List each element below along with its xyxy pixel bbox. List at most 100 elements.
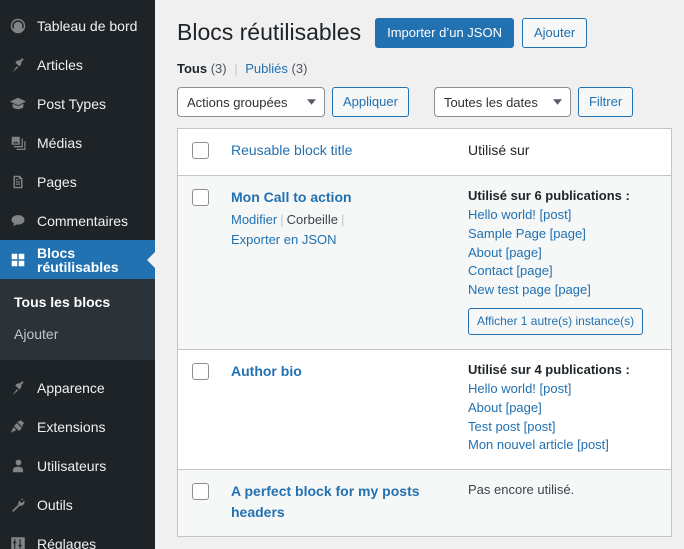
main-content: Blocs réutilisables Importer d’un JSON A… <box>155 0 684 549</box>
page-header: Blocs réutilisables Importer d’un JSON A… <box>177 0 672 48</box>
usage-link[interactable]: About [page] <box>468 244 661 263</box>
table-row: Mon Call to action Modifier | Corbeille | E… <box>178 176 671 351</box>
column-header-title-cell: Reusable block title <box>223 129 468 175</box>
date-filter-select[interactable]: Toutes les dates <box>433 87 571 117</box>
status-views-list: Tous (3) | Publiés (3) <box>177 61 672 76</box>
view-link-all[interactable]: Tous <box>177 61 207 76</box>
comment-icon <box>8 211 28 231</box>
block-title-link[interactable]: A perfect block for my posts headers <box>231 481 458 522</box>
block-title-link[interactable]: Author bio <box>231 361 458 381</box>
action-separator: | <box>340 212 345 228</box>
sidebar-item-dashboard[interactable]: Tableau de bord <box>0 6 155 45</box>
import-json-button[interactable]: Importer d’un JSON <box>375 18 514 48</box>
sidebar-subitem-add-new[interactable]: Ajouter <box>0 318 155 350</box>
sidebar-item-posts[interactable]: Articles <box>0 45 155 84</box>
usage-link[interactable]: Hello world! [post] <box>468 380 661 399</box>
usage-link[interactable]: New test page [page] <box>468 281 661 300</box>
view-count-published: (3) <box>291 61 308 76</box>
sidebar-item-media[interactable]: Médias <box>0 123 155 162</box>
show-more-instances-button[interactable]: Afficher 1 autre(s) instance(s) <box>468 308 644 336</box>
chevron-down-icon <box>552 99 562 105</box>
page-icon <box>8 172 28 192</box>
sidebar-item-label: Articles <box>37 56 83 73</box>
plugin-icon <box>8 417 28 437</box>
user-icon <box>8 456 28 476</box>
sidebar-item-label: Blocs réutilisables <box>37 244 119 275</box>
table-row: A perfect block for my posts headers Pas… <box>178 470 671 537</box>
row-select-cell <box>178 350 223 381</box>
bulk-actions-value: Actions groupées <box>187 94 288 110</box>
usage-link[interactable]: Sample Page [page] <box>468 225 661 244</box>
table-row: Author bio Utilisé sur 4 publications : … <box>178 350 671 471</box>
graduation-cap-icon <box>8 94 28 114</box>
sidebar-item-label: Commentaires <box>37 212 129 229</box>
select-all-checkbox[interactable] <box>192 142 209 159</box>
table-header-row: Reusable block title Utilisé sur <box>178 129 671 176</box>
usage-link[interactable]: About [page] <box>468 399 661 418</box>
sidebar-subitem-all-blocks[interactable]: Tous les blocs <box>0 286 155 318</box>
usage-heading: Utilisé sur 6 publications : <box>468 188 630 203</box>
row-actions: Modifier | Corbeille | Exporter en JSON <box>231 210 458 249</box>
sidebar-item-post-types[interactable]: Post Types <box>0 84 155 123</box>
sidebar-item-label: Apparence <box>37 380 105 397</box>
trash-action-link[interactable]: Corbeille <box>287 212 338 227</box>
export-json-action-link[interactable]: Exporter en JSON <box>231 232 337 247</box>
usage-link[interactable]: Test post [post] <box>468 418 661 437</box>
column-header-usage: Utilisé sur <box>468 142 530 158</box>
row-usage-cell: Utilisé sur 6 publications : Hello world… <box>468 176 671 349</box>
sidebar-item-label: Extensions <box>37 419 106 436</box>
apply-button[interactable]: Appliquer <box>332 87 409 117</box>
usage-link[interactable]: Mon nouvel article [post] <box>468 436 661 455</box>
sidebar-divider <box>0 360 155 369</box>
row-usage-cell: Pas encore utilisé. <box>468 470 671 514</box>
sidebar-item-settings[interactable]: Réglages <box>0 525 155 549</box>
edit-action-link[interactable]: Modifier <box>231 212 277 227</box>
sidebar-item-comments[interactable]: Commentaires <box>0 201 155 240</box>
sidebar-item-appearance[interactable]: Apparence <box>0 369 155 408</box>
row-usage-cell: Utilisé sur 4 publications : Hello world… <box>468 350 671 469</box>
select-all-cell <box>178 129 223 159</box>
sidebar-item-tools[interactable]: Outils <box>0 486 155 525</box>
row-checkbox[interactable] <box>192 363 209 381</box>
admin-screen: Tableau de bord Articles Post Types Médi… <box>0 0 684 549</box>
page-title: Blocs réutilisables <box>177 19 362 46</box>
media-icon <box>8 133 28 153</box>
sidebar-item-label: Médias <box>37 134 83 151</box>
row-checkbox[interactable] <box>192 483 209 501</box>
sidebar-item-label: Outils <box>37 497 73 514</box>
column-header-title[interactable]: Reusable block title <box>231 142 352 158</box>
sidebar-item-label: Tableau de bord <box>37 17 138 34</box>
sidebar-item-reusable-blocks[interactable]: Blocs réutilisables <box>0 240 155 279</box>
sidebar-item-plugins[interactable]: Extensions <box>0 408 155 447</box>
reusable-blocks-table: Reusable block title Utilisé sur Mon Cal… <box>177 128 672 537</box>
add-new-button[interactable]: Ajouter <box>521 18 588 48</box>
blocks-icon <box>8 250 28 270</box>
column-header-usage-cell: Utilisé sur <box>468 129 671 175</box>
view-link-published[interactable]: Publiés <box>245 61 288 76</box>
bulk-actions-select[interactable]: Actions groupées <box>177 87 325 117</box>
pin-icon <box>8 55 28 75</box>
sidebar-item-label: Utilisateurs <box>37 458 107 475</box>
usage-heading: Utilisé sur 4 publications : <box>468 362 630 378</box>
filter-button[interactable]: Filtrer <box>577 87 634 117</box>
view-separator: | <box>234 61 238 76</box>
wrench-icon <box>8 495 28 515</box>
date-filter-value: Toutes les dates <box>443 94 538 110</box>
chevron-down-icon <box>307 99 316 105</box>
sidebar-item-label: Pages <box>37 173 77 190</box>
sidebar-item-users[interactable]: Utilisateurs <box>0 447 155 486</box>
admin-sidebar: Tableau de bord Articles Post Types Médi… <box>0 0 155 549</box>
sidebar-item-label: Réglages <box>37 536 97 549</box>
usage-link[interactable]: Hello world! [post] <box>468 206 661 225</box>
sidebar-submenu: Tous les blocs Ajouter <box>0 279 155 360</box>
block-title-link[interactable]: Mon Call to action <box>231 187 458 207</box>
view-count-all: (3) <box>210 61 227 76</box>
usage-link[interactable]: Contact [page] <box>468 262 661 281</box>
dashboard-icon <box>8 16 28 36</box>
sliders-icon <box>8 534 28 549</box>
sidebar-item-label: Post Types <box>37 95 107 112</box>
action-separator: | <box>280 212 284 228</box>
usage-empty-text: Pas encore utilisé. <box>468 482 575 498</box>
row-checkbox[interactable] <box>192 189 209 206</box>
sidebar-item-pages[interactable]: Pages <box>0 162 155 201</box>
